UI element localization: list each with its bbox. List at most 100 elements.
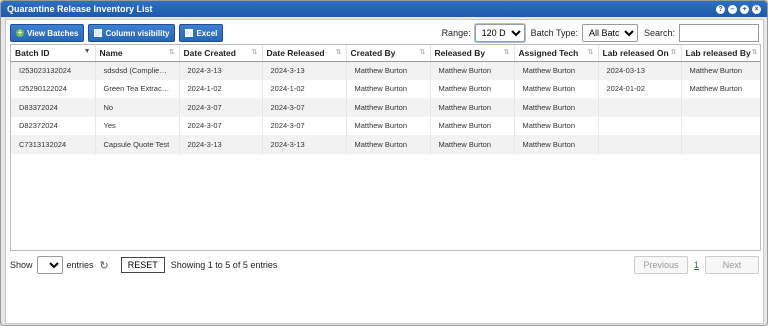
refresh-icon[interactable]: ↻ xyxy=(100,259,109,272)
next-button[interactable]: Next xyxy=(705,256,759,274)
table-cell: Matthew Burton xyxy=(681,79,760,98)
sort-icon: ⇅ xyxy=(335,49,342,56)
sort-desc-icon: ▼ xyxy=(83,48,91,55)
table-cell: I253023132024 xyxy=(11,61,96,80)
excel-label: Excel xyxy=(196,28,218,38)
table-cell xyxy=(681,98,760,117)
table-row[interactable]: I253023132024 sdsdsd (Complies:dsa) 2024… xyxy=(11,61,760,80)
table-cell: Matthew Burton xyxy=(514,135,599,154)
column-header[interactable]: Lab released On ⇅ xyxy=(598,45,682,62)
table-row[interactable]: D82372024 Yes 2024-3-07 2024-3-07 Matthe… xyxy=(11,116,760,135)
sort-icon: ⇅ xyxy=(251,49,258,56)
table-cell: D83372024 xyxy=(11,98,96,117)
table-cell: Matthew Burton xyxy=(430,116,515,135)
table-cell: 2024-3-13 xyxy=(262,61,347,80)
table-row[interactable]: I25290122024 Green Tea Extract (Nu... 20… xyxy=(11,79,760,98)
maximize-icon[interactable]: + xyxy=(740,4,749,14)
column-visibility-button[interactable]: Column visibility xyxy=(88,24,176,42)
table-cell: 2024-3-07 xyxy=(179,98,263,117)
table-cell: D82372024 xyxy=(11,116,96,135)
excel-button[interactable]: Excel xyxy=(179,24,224,42)
column-header[interactable]: Name ⇅ xyxy=(95,45,180,62)
sort-icon: ⇅ xyxy=(419,49,426,56)
entries-select[interactable]: 20 xyxy=(36,256,63,274)
table-cell: Matthew Burton xyxy=(514,61,599,80)
table-row[interactable]: D83372024 No 2024-3-07 2024-3-07 Matthew… xyxy=(11,98,760,117)
page-number-link[interactable]: 1 xyxy=(694,260,699,270)
table-cell: Matthew Burton xyxy=(346,61,431,80)
table-cell: I25290122024 xyxy=(11,79,96,98)
column-visibility-label: Column visibility xyxy=(105,28,170,38)
pagination: Previous 1 Next xyxy=(633,256,759,274)
content-panel: + View Batches Column visibility Excel R… xyxy=(5,19,764,324)
table-cell: Yes xyxy=(95,116,180,135)
show-label: Show xyxy=(10,260,33,270)
search-label: Search: xyxy=(643,28,675,38)
search-input[interactable] xyxy=(679,24,759,42)
view-batches-button[interactable]: + View Batches xyxy=(10,24,85,42)
entries-label: entries xyxy=(66,260,94,270)
table-row[interactable]: C7313132024 Capsule Quote Test 2024-3-13… xyxy=(11,135,760,154)
batch-table-container: Batch ID ▼ Name ⇅ Date Created ⇅ Date Relea… xyxy=(10,44,761,251)
batch-type-select[interactable]: All Batches xyxy=(581,24,638,42)
table-cell: Matthew Burton xyxy=(430,79,515,98)
table-cell xyxy=(681,116,760,135)
entries-info: Showing 1 to 5 of 5 entries xyxy=(170,260,278,270)
plus-icon: + xyxy=(16,28,24,37)
table-cell: Capsule Quote Test xyxy=(95,135,180,154)
help-icon[interactable]: ? xyxy=(716,4,725,14)
table-cell: 2024-3-13 xyxy=(262,135,347,154)
minimize-icon[interactable]: – xyxy=(728,4,737,14)
table-cell: Matthew Burton xyxy=(430,135,515,154)
table-cell: 2024-01-02 xyxy=(598,79,682,98)
column-header[interactable]: Created By ⇅ xyxy=(346,45,431,62)
table-cell: 2024-3-07 xyxy=(262,116,347,135)
table-cell: Matthew Burton xyxy=(514,116,599,135)
table-cell: No xyxy=(95,98,180,117)
spreadsheet-icon xyxy=(185,29,194,37)
title-bar: Quarantine Release Inventory List ? – + … xyxy=(1,1,767,17)
column-header[interactable]: Released By ⇅ xyxy=(430,45,515,62)
table-cell: C7313132024 xyxy=(11,135,96,154)
range-label: Range: xyxy=(441,28,471,38)
table-cell: 2024-1-02 xyxy=(179,79,263,98)
sort-icon: ⇅ xyxy=(587,49,594,56)
table-cell: Matthew Burton xyxy=(346,79,431,98)
batch-type-label: Batch Type: xyxy=(530,28,578,38)
table-cell: Matthew Burton xyxy=(514,79,599,98)
table-cell xyxy=(598,135,682,154)
column-header[interactable]: Batch ID ▼ xyxy=(11,45,96,62)
column-header[interactable]: Lab released By ⇅ xyxy=(681,45,760,62)
column-header[interactable]: Date Created ⇅ xyxy=(179,45,263,62)
columns-icon xyxy=(94,29,103,37)
table-cell: Green Tea Extract (Nu... xyxy=(95,79,180,98)
reset-button[interactable]: RESET xyxy=(120,257,165,273)
table-cell: 2024-3-07 xyxy=(262,98,347,117)
column-header[interactable]: Assigned Tech ⇅ xyxy=(514,45,599,62)
table-cell: 2024-03-13 xyxy=(598,61,682,80)
column-header[interactable]: Date Released ⇅ xyxy=(262,45,347,62)
table-cell: Matthew Burton xyxy=(430,61,515,80)
table-cell: Matthew Burton xyxy=(514,98,599,117)
view-batches-label: View Batches xyxy=(27,28,79,38)
table-cell: 2024-1-02 xyxy=(262,79,347,98)
toolbar: + View Batches Column visibility Excel R… xyxy=(6,20,763,46)
table-cell: Matthew Burton xyxy=(430,98,515,117)
quarantine-release-window: Quarantine Release Inventory List ? – + … xyxy=(0,0,768,326)
close-icon[interactable]: × xyxy=(752,4,761,14)
table-cell: sdsdsd (Complies:dsa) xyxy=(95,61,180,80)
table-cell: 2024-3-13 xyxy=(179,61,263,80)
table-cell: 2024-3-13 xyxy=(179,135,263,154)
table-cell: Matthew Burton xyxy=(346,135,431,154)
range-select[interactable]: 120 Days xyxy=(474,24,525,42)
table-cell xyxy=(598,98,682,117)
previous-button[interactable]: Previous xyxy=(633,256,688,274)
window-controls: ? – + × xyxy=(716,4,761,14)
sort-icon: ⇅ xyxy=(751,49,758,56)
table-cell: Matthew Burton xyxy=(346,98,431,117)
table-cell: Matthew Burton xyxy=(346,116,431,135)
sort-icon: ⇅ xyxy=(168,49,175,56)
table-cell xyxy=(598,116,682,135)
table-footer: Show 20 entries ↻ RESET Showing 1 to 5 o… xyxy=(6,254,763,276)
table-cell: 2024-3-07 xyxy=(179,116,263,135)
